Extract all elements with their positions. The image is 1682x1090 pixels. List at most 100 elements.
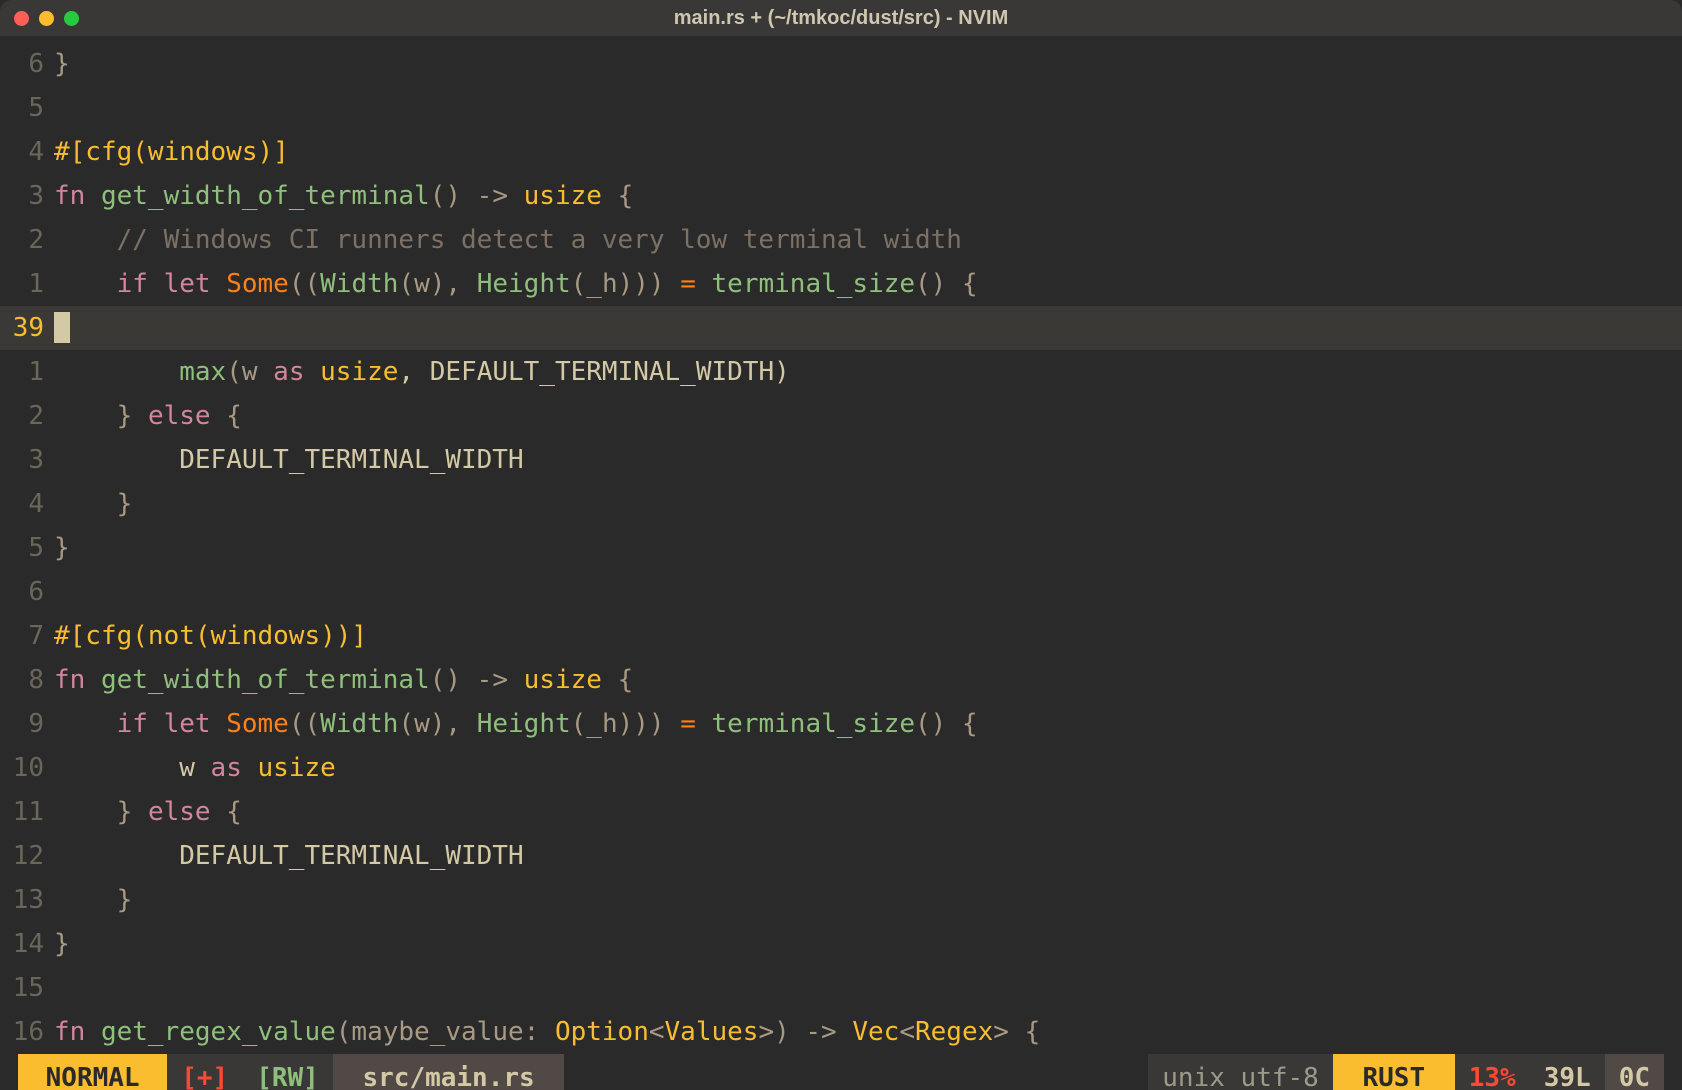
- line-number: 2: [0, 394, 54, 438]
- window-controls: [14, 11, 79, 26]
- code-token: DEFAULT_TERMINAL_WIDTH: [179, 841, 523, 871]
- code-token: >): [758, 1017, 805, 1047]
- statusline: NORMAL [+] [RW] src/main.rs unix utf-8 R…: [0, 1054, 1682, 1090]
- code-token: fn: [54, 181, 85, 211]
- code-line[interactable]: 13 }: [0, 878, 1682, 922]
- code-line[interactable]: 8 fn get_width_of_terminal() -> usize {: [0, 658, 1682, 702]
- line-number: 5: [0, 86, 54, 130]
- code-line[interactable]: 10 w as usize: [0, 746, 1682, 790]
- code-line[interactable]: 6: [0, 570, 1682, 614]
- code-token: Height: [477, 269, 571, 299]
- code-indent: [54, 797, 117, 827]
- code-token: }: [54, 929, 70, 959]
- terminal-window: main.rs + (~/tmkoc/dust/src) - NVIM 6 } …: [0, 0, 1682, 1090]
- code-line[interactable]: 6 }: [0, 42, 1682, 86]
- line-number: 1: [0, 350, 54, 394]
- code-token: DEFAULT_TERMINAL_WIDTH: [179, 445, 523, 475]
- code-line[interactable]: 9 if let Some((Width(w), Height(_h))) = …: [0, 702, 1682, 746]
- status-encoding: unix utf-8: [1148, 1054, 1333, 1090]
- code-token: Height: [477, 709, 571, 739]
- code-token: usize: [320, 357, 398, 387]
- code-token: (w),: [398, 269, 476, 299]
- code-token: let: [164, 709, 211, 739]
- code-token: fn: [54, 665, 85, 695]
- line-number: 4: [0, 130, 54, 174]
- code-line[interactable]: 12 DEFAULT_TERMINAL_WIDTH: [0, 834, 1682, 878]
- code-comment: // Windows CI runners detect a very low …: [117, 225, 962, 255]
- code-token: {: [211, 401, 242, 431]
- code-token: as: [211, 753, 242, 783]
- status-line: 39L: [1530, 1054, 1605, 1090]
- editor-area[interactable]: 6 } 5 4 #[cfg(windows)] 3 fn get_width_o…: [0, 36, 1682, 1054]
- status-filename: src/main.rs: [333, 1054, 565, 1090]
- code-token: (): [430, 665, 461, 695]
- code-token: ((: [289, 269, 320, 299]
- status-col: 0C: [1605, 1054, 1664, 1090]
- line-number: 15: [0, 966, 54, 1010]
- code-line-current[interactable]: 39: [0, 306, 1682, 350]
- status-rw: [RW]: [242, 1054, 333, 1090]
- code-indent: [54, 709, 117, 739]
- code-line[interactable]: 16 fn get_regex_value(maybe_value: Optio…: [0, 1010, 1682, 1054]
- line-number: 3: [0, 438, 54, 482]
- code-token: Regex: [915, 1017, 993, 1047]
- code-token: (_h))): [571, 709, 681, 739]
- code-token: (): [430, 181, 461, 211]
- code-token: Option: [555, 1017, 649, 1047]
- line-number: 3: [0, 174, 54, 218]
- minimize-icon[interactable]: [39, 11, 54, 26]
- code-line[interactable]: 2 } else {: [0, 394, 1682, 438]
- code-line[interactable]: 7 #[cfg(not(windows))]: [0, 614, 1682, 658]
- cursor-icon: [54, 312, 70, 343]
- code-token: Vec: [852, 1017, 899, 1047]
- code-token: ((: [289, 709, 320, 739]
- line-number: 16: [0, 1010, 54, 1054]
- status-percent: 13%: [1455, 1054, 1530, 1090]
- code-token: =: [680, 269, 696, 299]
- status-modified: [+]: [167, 1054, 242, 1090]
- code-token: Width: [320, 709, 398, 739]
- code-token: ->: [461, 665, 524, 695]
- zoom-icon[interactable]: [64, 11, 79, 26]
- code-token: Some: [226, 709, 289, 739]
- code-line[interactable]: 5 }: [0, 526, 1682, 570]
- code-line[interactable]: 5: [0, 86, 1682, 130]
- code-token: () {: [915, 709, 978, 739]
- line-number: 12: [0, 834, 54, 878]
- code-line[interactable]: 3 DEFAULT_TERMINAL_WIDTH: [0, 438, 1682, 482]
- code-line[interactable]: 11 } else {: [0, 790, 1682, 834]
- code-line[interactable]: 1 if let Some((Width(w), Height(_h))) = …: [0, 262, 1682, 306]
- code-token: usize: [524, 665, 602, 695]
- code-line[interactable]: 15: [0, 966, 1682, 1010]
- code-token: [54, 966, 1682, 1010]
- line-number: 1: [0, 262, 54, 306]
- code-line[interactable]: 1 max(w as usize, DEFAULT_TERMINAL_WIDTH…: [0, 350, 1682, 394]
- status-spacer: [564, 1054, 1148, 1090]
- code-indent: [54, 841, 179, 871]
- code-token: , DEFAULT_TERMINAL_WIDTH): [398, 357, 789, 387]
- code-token: ->: [461, 181, 524, 211]
- code-token: }: [117, 489, 133, 519]
- line-number: 6: [0, 42, 54, 86]
- code-line[interactable]: 4 #[cfg(windows)]: [0, 130, 1682, 174]
- close-icon[interactable]: [14, 11, 29, 26]
- code-line[interactable]: 2 // Windows CI runners detect a very lo…: [0, 218, 1682, 262]
- code-line[interactable]: 3 fn get_width_of_terminal() -> usize {: [0, 174, 1682, 218]
- code-token: terminal_size: [712, 709, 916, 739]
- status-filetype: RUST: [1333, 1054, 1455, 1090]
- line-number: 14: [0, 922, 54, 966]
- code-line[interactable]: 14 }: [0, 922, 1682, 966]
- code-token: [54, 570, 1682, 614]
- code-token: get_regex_value: [101, 1017, 336, 1047]
- code-indent: [54, 357, 179, 387]
- code-indent: [54, 753, 179, 783]
- code-token: Width: [320, 269, 398, 299]
- code-indent: [54, 489, 117, 519]
- line-number: 8: [0, 658, 54, 702]
- code-line[interactable]: 4 }: [0, 482, 1682, 526]
- code-token: [54, 86, 1682, 130]
- line-number: 13: [0, 878, 54, 922]
- code-indent: [54, 885, 117, 915]
- code-token: #[cfg(not(windows))]: [54, 621, 367, 651]
- code-token: (_h))): [571, 269, 681, 299]
